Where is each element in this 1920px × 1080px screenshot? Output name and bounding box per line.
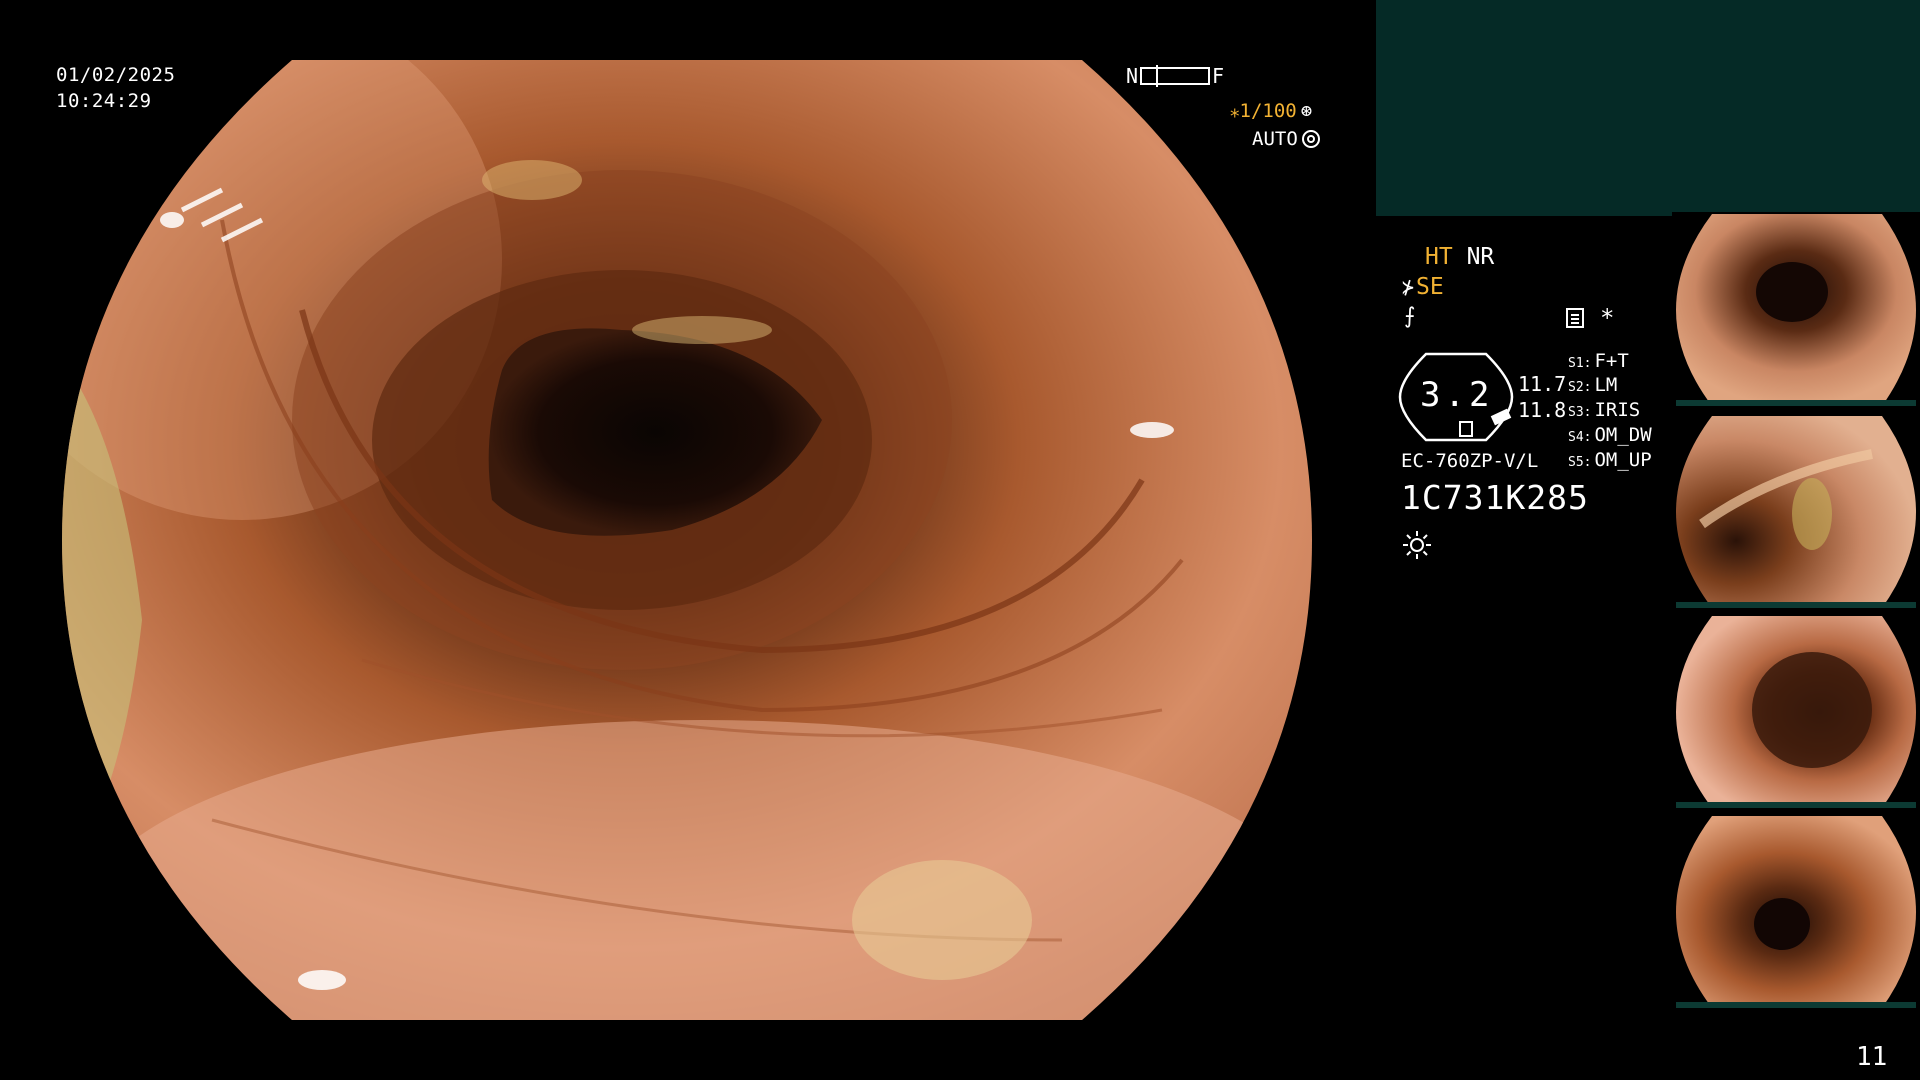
scope-model: EC-760ZP-V/L	[1401, 450, 1539, 472]
reading-top: 11.7	[1518, 372, 1567, 396]
thumbnail-capture-3[interactable]	[1672, 614, 1920, 810]
ht-label: HT	[1425, 244, 1453, 270]
near-label: N	[1126, 64, 1139, 88]
reading-bottom: 11.8	[1518, 398, 1567, 422]
time-display: 10:24:29	[56, 90, 152, 112]
document-icon	[1566, 308, 1584, 328]
thumbnail-capture-4[interactable]	[1672, 814, 1920, 1010]
brightness-icon	[1403, 531, 1431, 559]
info-panel-top	[1376, 0, 1920, 216]
switch-4: S4: OM_DW	[1568, 424, 1652, 446]
switch-3: S3: IRIS	[1568, 399, 1641, 421]
shutter-value: ⁎1/100	[1230, 100, 1297, 122]
scope-serial: 1C731K285	[1401, 478, 1589, 517]
zoom-value: 3.2	[1420, 375, 1494, 415]
se-status: ⊁SE	[1402, 274, 1444, 300]
shutter-speed: ⁎1/100 ⊛	[1230, 100, 1312, 122]
switch-2: S2: LM	[1568, 374, 1618, 396]
enhancement-status: HT NR	[1425, 244, 1494, 270]
nr-label: NR	[1466, 244, 1495, 270]
thumbnail-capture-1[interactable]	[1672, 212, 1920, 408]
switch-1: S1: F+T	[1568, 350, 1629, 372]
ring-icon	[1301, 130, 1320, 148]
exposure-mode-value: AUTO	[1252, 128, 1298, 150]
page-number: 11	[1856, 1042, 1888, 1072]
se-label: SE	[1416, 274, 1444, 300]
se-icon: ⊁	[1402, 275, 1415, 299]
endoscopy-screen: 01/02/2025 10:24:29 N F ⁎1/100 ⊛ AUTO HT…	[0, 0, 1920, 1080]
slash-icon: ⨍	[1404, 304, 1416, 329]
switch-5: S5: OM_UP	[1568, 449, 1652, 471]
aperture-icon: ⊛	[1300, 100, 1313, 122]
thumbnail-capture-2[interactable]	[1672, 414, 1920, 610]
endoscope-live-view	[62, 60, 1312, 1020]
far-label: F	[1212, 64, 1225, 88]
exposure-mode: AUTO	[1252, 128, 1320, 150]
date-display: 01/02/2025	[56, 64, 176, 86]
focus-indicator: N F	[1126, 64, 1224, 88]
focus-bar	[1140, 65, 1211, 87]
asterisk-icon: *	[1600, 304, 1615, 332]
